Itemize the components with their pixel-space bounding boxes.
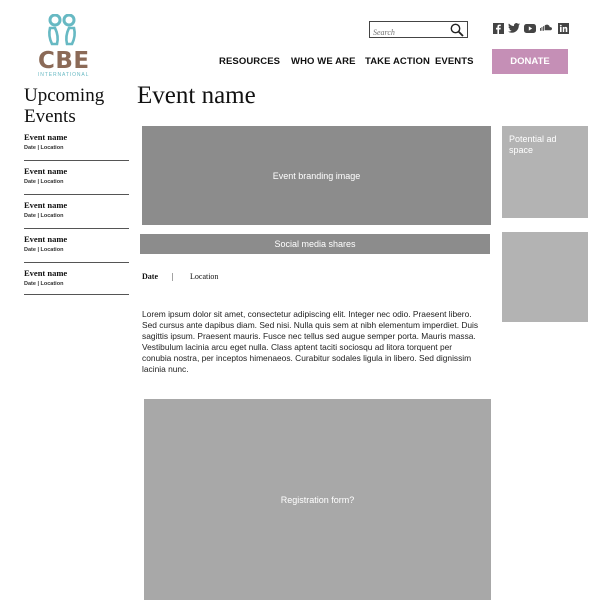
ad-space-1[interactable]: Potential ad space (502, 126, 588, 218)
sidebar-event-name[interactable]: Event name (24, 166, 67, 176)
facebook-icon[interactable] (492, 22, 504, 34)
sidebar-divider (24, 160, 129, 161)
event-description: Lorem ipsum dolor sit amet, consectetur … (142, 309, 479, 374)
sidebar-event-meta: Date | Location (24, 281, 64, 287)
heading-line-1: Upcoming (24, 85, 105, 106)
sidebar-divider (24, 262, 129, 263)
heading-line-2: Events (24, 106, 76, 127)
registration-form[interactable]: Registration form? (144, 399, 491, 600)
sidebar-event-name[interactable]: Event name (24, 234, 67, 244)
sidebar-event-name[interactable]: Event name (24, 132, 67, 142)
sidebar-event-meta: Date | Location (24, 247, 64, 253)
sidebar-divider (24, 194, 129, 195)
sidebar-event-meta: Date | Location (24, 145, 64, 151)
search-icon[interactable] (450, 23, 464, 37)
page-title: Event name (137, 82, 256, 109)
linkedin-icon[interactable] (557, 22, 569, 34)
sidebar-event-meta: Date | Location (24, 179, 64, 185)
event-branding-image: Event branding image (142, 126, 491, 225)
sidebar-divider (24, 294, 129, 295)
sidebar-divider (24, 228, 129, 229)
social-media-shares[interactable]: Social media shares (140, 234, 490, 254)
date-location-separator: | (172, 272, 174, 281)
youtube-icon[interactable] (524, 22, 536, 34)
sidebar-event-name[interactable]: Event name (24, 200, 67, 210)
ad-label: Potential ad space (509, 134, 557, 155)
donate-button[interactable]: DONATE (492, 49, 568, 74)
nav-events[interactable]: EVENTS (435, 56, 474, 67)
logo-wordmark: CBE (38, 48, 90, 74)
logo-subtext: INTERNATIONAL (38, 72, 90, 78)
upcoming-events-heading: Upcoming Events (24, 85, 134, 127)
sidebar-event-name[interactable]: Event name (24, 268, 67, 278)
logo-figures-icon (48, 14, 76, 46)
search-input[interactable] (370, 25, 453, 40)
event-date: Date (142, 272, 158, 281)
event-location: Location (190, 272, 219, 281)
sidebar-event-meta: Date | Location (24, 213, 64, 219)
soundcloud-icon[interactable] (540, 22, 552, 34)
registration-label: Registration form? (280, 494, 355, 505)
nav-who-we-are[interactable]: WHO WE ARE (291, 56, 356, 67)
twitter-icon[interactable] (508, 22, 520, 34)
social-shares-label: Social media shares (274, 239, 356, 249)
ad-space-2[interactable] (502, 232, 588, 322)
nav-take-action[interactable]: TAKE ACTION (365, 56, 430, 67)
search-box[interactable] (369, 21, 468, 40)
branding-label: Event branding image (272, 170, 361, 181)
nav-resources[interactable]: RESOURCES (219, 56, 280, 67)
